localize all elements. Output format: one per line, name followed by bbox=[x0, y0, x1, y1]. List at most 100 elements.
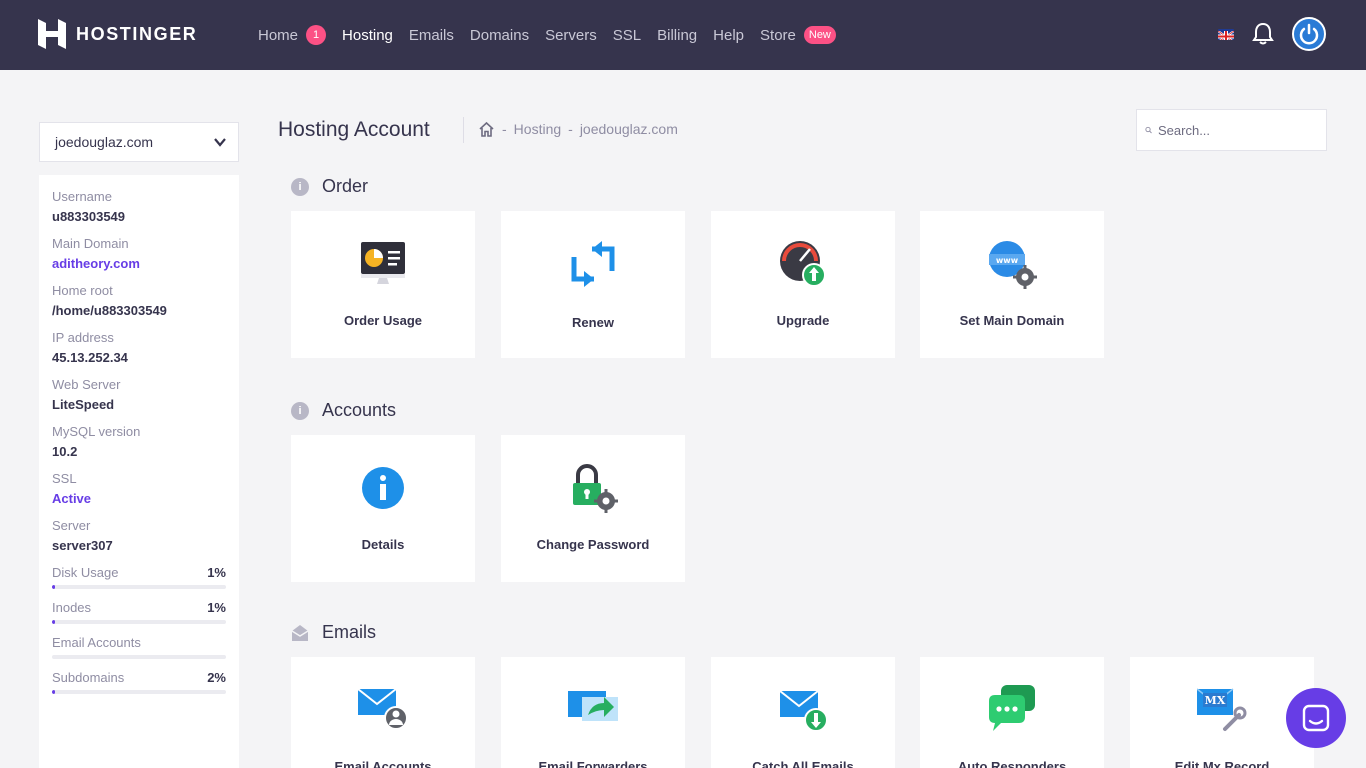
home-icon[interactable] bbox=[478, 121, 495, 137]
usage-bar-fill bbox=[52, 690, 56, 694]
page-title: Hosting Account bbox=[278, 118, 430, 141]
info-main-domain: Main Domain aditheory.com bbox=[52, 236, 226, 271]
bell-icon[interactable] bbox=[1252, 22, 1274, 46]
search-input[interactable] bbox=[1158, 122, 1318, 138]
section-emails-heading: Emails bbox=[291, 622, 376, 643]
section-order-heading: i Order bbox=[291, 176, 368, 197]
notification-count-badge: 1 bbox=[306, 25, 327, 45]
info-value: /home/u883303549 bbox=[52, 303, 167, 318]
nav-home[interactable]: Home 1 bbox=[258, 25, 327, 45]
chat-icon bbox=[1302, 704, 1330, 732]
nav-store-label: Store bbox=[760, 26, 796, 44]
brand-name: HOSTINGER bbox=[76, 23, 198, 44]
info-home-root: Home root /home/u883303549 bbox=[52, 283, 226, 318]
info-ssl: SSL Active bbox=[52, 471, 226, 506]
main-domain-link[interactable]: aditheory.com bbox=[52, 256, 226, 271]
nav-help-label: Help bbox=[713, 26, 745, 44]
tile-label: Email Accounts bbox=[334, 759, 432, 768]
tile-label: Upgrade bbox=[776, 313, 830, 328]
info-value: 45.13.252.34 bbox=[52, 350, 128, 365]
tile-catch-all-emails[interactable]: Catch All Emails bbox=[711, 657, 895, 768]
usage-bar bbox=[52, 585, 226, 589]
usage-email-accounts: Email Accounts bbox=[52, 635, 226, 659]
tile-label: Catch All Emails bbox=[752, 759, 854, 768]
usage-label: Disk Usage bbox=[52, 565, 119, 580]
envelope-open-icon bbox=[291, 624, 309, 641]
usage-bar bbox=[52, 620, 226, 624]
info-ip-address: IP address 45.13.252.34 bbox=[52, 330, 226, 365]
tile-order-usage[interactable]: Order Usage bbox=[291, 211, 475, 358]
title-divider bbox=[463, 117, 464, 143]
search-icon bbox=[1145, 126, 1152, 134]
tile-label: Change Password bbox=[536, 537, 650, 552]
nav-domains[interactable]: Domains bbox=[470, 27, 529, 44]
globe-gear-icon: www bbox=[989, 241, 1037, 289]
brand-logo[interactable]: HOSTINGER bbox=[38, 19, 197, 49]
nav-ssl-label: SSL bbox=[612, 26, 642, 44]
tile-auto-responders[interactable]: Auto Responders bbox=[920, 657, 1104, 768]
new-badge: New bbox=[803, 26, 836, 44]
tile-label: Set Main Domain bbox=[959, 313, 1065, 328]
tile-upgrade[interactable]: Upgrade bbox=[711, 211, 895, 358]
section-accounts-heading: i Accounts bbox=[291, 400, 396, 421]
tile-renew[interactable]: Renew bbox=[501, 211, 685, 358]
tile-label: Email Forwarders bbox=[538, 759, 648, 768]
ssl-status-link[interactable]: Active bbox=[52, 491, 226, 506]
selected-domain: joedouglaz.com bbox=[55, 134, 154, 150]
usage-bar-fill bbox=[52, 585, 56, 589]
info-username: Username u883303549 bbox=[52, 189, 226, 224]
main-nav: Home 1 Hosting Emails Domains Servers SS… bbox=[258, 0, 836, 70]
usage-inodes: Inodes 1% bbox=[52, 600, 226, 624]
tile-email-accounts[interactable]: Email Accounts bbox=[291, 657, 475, 768]
mail-download-icon bbox=[779, 690, 828, 732]
tile-set-main-domain[interactable]: www Set Main Domain bbox=[920, 211, 1104, 358]
info-label: MySQL version bbox=[52, 424, 141, 439]
nav-servers-label: Servers bbox=[545, 26, 597, 44]
breadcrumb-hosting[interactable]: Hosting bbox=[514, 121, 561, 137]
info-value: 10.2 bbox=[52, 444, 78, 459]
info-icon: i bbox=[291, 401, 309, 420]
user-avatar[interactable] bbox=[1292, 17, 1326, 51]
info-label: Server bbox=[52, 518, 91, 533]
nav-hosting[interactable]: Hosting bbox=[342, 27, 393, 44]
nav-store[interactable]: Store New bbox=[760, 26, 836, 44]
tile-details[interactable]: Details bbox=[291, 435, 475, 582]
tile-email-forwarders[interactable]: Email Forwarders bbox=[501, 657, 685, 768]
gauge-upgrade-icon bbox=[780, 241, 826, 287]
breadcrumb-domain: joedouglaz.com bbox=[579, 121, 678, 137]
tile-change-password[interactable]: Change Password bbox=[501, 435, 685, 582]
nav-billing-label: Billing bbox=[657, 26, 698, 44]
usage-percent: 2% bbox=[207, 670, 226, 685]
info-circle-icon bbox=[362, 467, 404, 509]
info-label: Web Server bbox=[52, 377, 121, 392]
hostinger-logo-icon bbox=[38, 19, 66, 49]
nav-ssl[interactable]: SSL bbox=[613, 27, 641, 44]
live-chat-button[interactable] bbox=[1286, 688, 1346, 748]
info-label: IP address bbox=[52, 330, 114, 345]
uk-flag-icon[interactable] bbox=[1218, 28, 1234, 40]
usage-label: Subdomains bbox=[52, 670, 125, 685]
nav-emails[interactable]: Emails bbox=[409, 27, 454, 44]
usage-chart-icon bbox=[361, 242, 405, 284]
tile-label: Auto Responders bbox=[957, 759, 1067, 768]
section-title: Order bbox=[322, 176, 369, 196]
breadcrumb-separator: - bbox=[502, 121, 507, 137]
nav-servers[interactable]: Servers bbox=[545, 27, 597, 44]
nav-billing[interactable]: Billing bbox=[657, 27, 697, 44]
nav-help[interactable]: Help bbox=[713, 27, 744, 44]
usage-percent: 1% bbox=[207, 600, 226, 615]
nav-hosting-label: Hosting bbox=[342, 26, 393, 44]
top-navbar: HOSTINGER Home 1 Hosting Emails Domains … bbox=[0, 0, 1366, 70]
tile-label: Order Usage bbox=[343, 313, 423, 328]
mail-user-icon bbox=[358, 688, 408, 730]
section-title: Emails bbox=[322, 622, 377, 642]
search-box bbox=[1136, 109, 1327, 151]
info-label: Home root bbox=[52, 283, 113, 298]
info-value: u883303549 bbox=[52, 209, 126, 224]
usage-bar-fill bbox=[52, 620, 56, 624]
info-value: server307 bbox=[52, 538, 113, 553]
usage-bar bbox=[52, 690, 226, 694]
info-server: Server server307 bbox=[52, 518, 226, 553]
usage-percent: 1% bbox=[207, 565, 226, 580]
domain-selector[interactable]: joedouglaz.com bbox=[39, 122, 239, 162]
